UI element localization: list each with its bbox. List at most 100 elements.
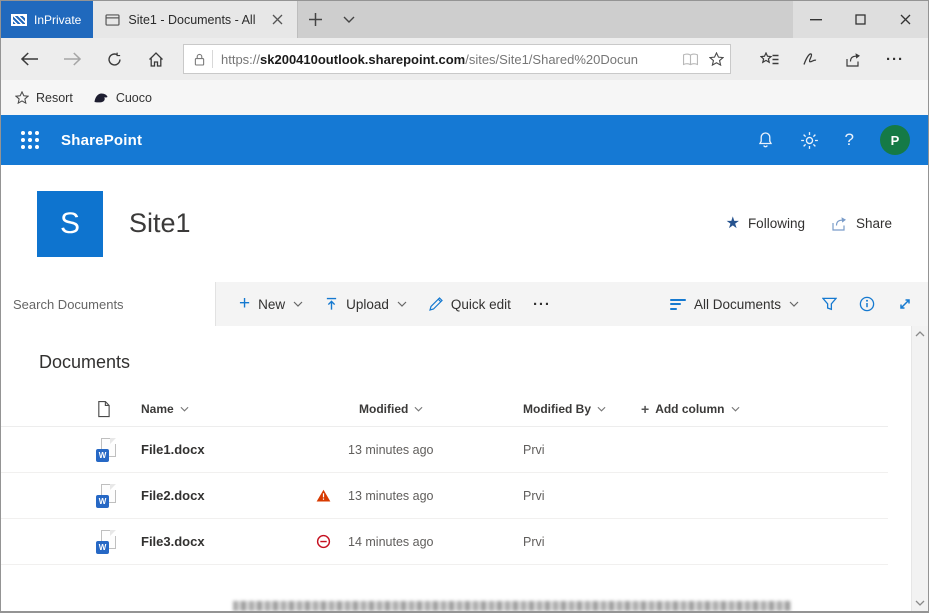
- warning-status-icon[interactable]: [316, 489, 348, 502]
- file-name[interactable]: File3.docx: [141, 534, 316, 549]
- upload-button[interactable]: Upload: [314, 282, 418, 326]
- pencil-icon: [429, 297, 443, 311]
- url-host: sk200410outlook.sharepoint.com: [260, 52, 465, 67]
- help-icon[interactable]: ?: [845, 130, 854, 150]
- chevron-down-icon: [597, 406, 606, 412]
- chevron-down-icon: [414, 406, 423, 412]
- chevron-down-icon: [731, 406, 740, 412]
- favorite-item-resort[interactable]: Resort: [15, 91, 73, 105]
- view-list-icon: [670, 299, 686, 310]
- url-scheme: https://: [221, 52, 260, 67]
- fullscreen-expand-icon[interactable]: [886, 282, 924, 326]
- word-file-icon: W: [96, 484, 141, 508]
- url-text: https://sk200410outlook.sharepoint.com/s…: [221, 52, 676, 67]
- favorite-label: Resort: [36, 91, 73, 105]
- library-content: Documents Name Modified Modified By + Ad…: [1, 326, 928, 611]
- chevron-down-icon: [180, 406, 189, 412]
- column-header-name[interactable]: Name: [141, 402, 316, 416]
- modified-value: 13 minutes ago: [348, 443, 523, 457]
- app-launcher-waffle-icon[interactable]: [21, 131, 39, 149]
- suite-bar: SharePoint ? P: [1, 115, 928, 165]
- new-tab-button[interactable]: [298, 1, 332, 38]
- home-icon[interactable]: [137, 42, 175, 76]
- refresh-icon[interactable]: [95, 42, 133, 76]
- back-icon[interactable]: [11, 42, 49, 76]
- share-label: Share: [856, 216, 892, 231]
- chevron-down-icon: [789, 301, 799, 307]
- modified-by-value[interactable]: Prvi: [523, 443, 641, 457]
- share-page-icon[interactable]: [833, 42, 873, 76]
- quick-edit-button[interactable]: Quick edit: [418, 282, 522, 326]
- inprivate-label: InPrivate: [34, 13, 81, 27]
- search-input[interactable]: [1, 282, 216, 326]
- file-name[interactable]: File2.docx: [141, 488, 316, 503]
- notifications-bell-icon[interactable]: [757, 131, 774, 149]
- favorite-star-icon[interactable]: [709, 52, 724, 66]
- modified-by-value[interactable]: Prvi: [523, 535, 641, 549]
- forward-icon[interactable]: [53, 42, 91, 76]
- new-button[interactable]: + New: [228, 282, 314, 326]
- favorite-item-cuoco[interactable]: Cuoco: [93, 91, 152, 105]
- address-bar: https://sk200410outlook.sharepoint.com/s…: [1, 38, 928, 80]
- word-file-icon: W: [96, 530, 141, 554]
- filter-icon[interactable]: [810, 282, 848, 326]
- window-controls: [793, 1, 928, 38]
- favorites-hub-icon[interactable]: [749, 42, 789, 76]
- favorites-bar: Resort Cuoco: [1, 80, 928, 115]
- table-row[interactable]: W File1.docx 13 minutes ago Prvi: [1, 427, 888, 473]
- tab-bar: InPrivate Site1 - Documents - All: [1, 1, 928, 38]
- minimize-button[interactable]: [793, 1, 838, 38]
- table-row[interactable]: W File2.docx 13 minutes ago Prvi: [1, 473, 888, 519]
- settings-more-icon[interactable]: ···: [875, 42, 915, 76]
- info-icon[interactable]: [848, 282, 886, 326]
- following-label: Following: [748, 216, 805, 231]
- table-row[interactable]: W File3.docx 14 minutes ago Prvi: [1, 519, 888, 565]
- modified-by-value[interactable]: Prvi: [523, 489, 641, 503]
- table-header: Name Modified Modified By + Add column: [1, 391, 888, 427]
- tab-page-icon: [105, 14, 120, 26]
- new-label: New: [258, 297, 285, 312]
- view-selector[interactable]: All Documents: [659, 297, 810, 312]
- file-name[interactable]: File1.docx: [141, 442, 316, 457]
- site-logo-tile[interactable]: S: [37, 191, 103, 257]
- chevron-down-icon: [397, 301, 407, 307]
- lock-icon: [194, 53, 205, 66]
- tab-list-chevron-icon[interactable]: [332, 1, 366, 38]
- vertical-scrollbar[interactable]: [911, 326, 928, 611]
- column-header-modified-by[interactable]: Modified By: [523, 402, 641, 416]
- site-header: S Site1 ★ Following Share: [1, 165, 928, 282]
- url-path: /sites/Site1/Shared%20Docun: [465, 52, 638, 67]
- blurred-status-text: [233, 601, 791, 611]
- share-site-button[interactable]: Share: [831, 216, 892, 231]
- share-site-icon: [831, 216, 848, 231]
- following-button[interactable]: ★ Following: [726, 216, 805, 232]
- tab-close-icon[interactable]: [265, 1, 289, 38]
- suite-app-name[interactable]: SharePoint: [61, 132, 142, 149]
- scroll-down-icon[interactable]: [915, 600, 925, 606]
- titlebar-drag-area: [366, 1, 793, 38]
- inprivate-badge: InPrivate: [1, 1, 93, 38]
- add-column-button[interactable]: + Add column: [641, 401, 888, 417]
- reading-view-icon[interactable]: [682, 53, 699, 66]
- annotate-pen-icon[interactable]: [791, 42, 831, 76]
- file-type-column-icon[interactable]: [96, 400, 141, 418]
- view-label: All Documents: [694, 297, 781, 312]
- inprivate-icon: [11, 14, 27, 26]
- close-window-button[interactable]: [883, 1, 928, 38]
- column-header-modified[interactable]: Modified: [348, 402, 523, 416]
- blocked-status-icon[interactable]: [316, 534, 348, 549]
- quick-edit-label: Quick edit: [451, 297, 511, 312]
- command-bar: + New Upload Quick edit ··· All Document…: [1, 282, 928, 326]
- settings-gear-icon[interactable]: [800, 131, 819, 150]
- browser-tab[interactable]: Site1 - Documents - All: [93, 1, 298, 38]
- scroll-up-icon[interactable]: [915, 331, 925, 337]
- account-avatar[interactable]: P: [880, 125, 910, 155]
- site-title[interactable]: Site1: [129, 208, 191, 239]
- following-star-icon: ★: [726, 216, 740, 232]
- more-commands-icon[interactable]: ···: [522, 282, 562, 326]
- maximize-button[interactable]: [838, 1, 883, 38]
- url-field[interactable]: https://sk200410outlook.sharepoint.com/s…: [183, 44, 731, 74]
- library-title: Documents: [39, 352, 928, 373]
- plus-icon: +: [239, 294, 250, 313]
- tab-title: Site1 - Documents - All: [128, 13, 257, 27]
